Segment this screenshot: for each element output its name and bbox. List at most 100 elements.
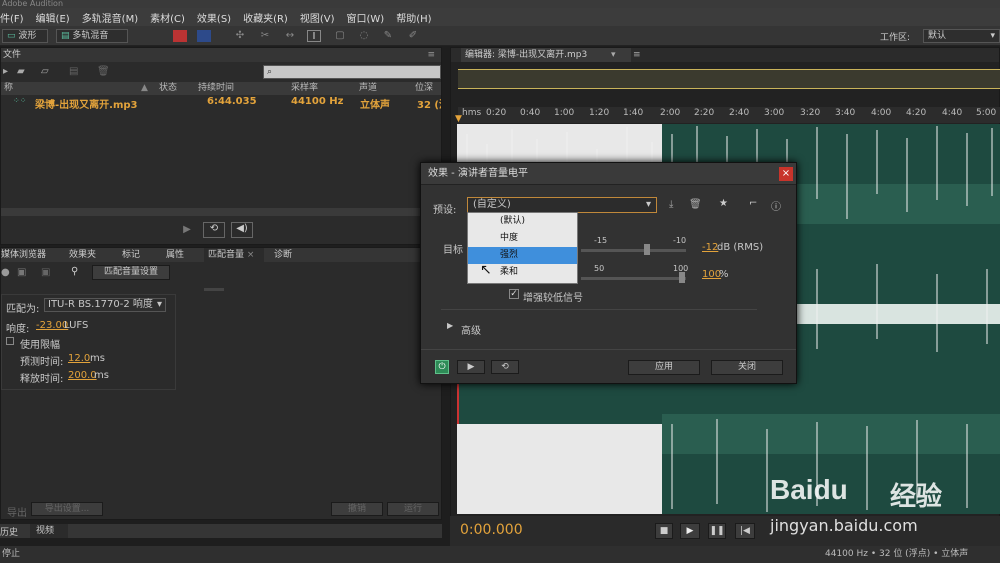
- scan-icon[interactable]: ⚲: [71, 266, 78, 277]
- auto-play-icon[interactable]: ◀): [231, 222, 253, 238]
- overview-waveform[interactable]: [458, 69, 1000, 89]
- add-files-icon[interactable]: ▣: [17, 267, 26, 278]
- power-icon[interactable]: ⏻: [435, 360, 449, 374]
- col-duration[interactable]: 持续时间: [198, 82, 234, 94]
- export-button[interactable]: 导出: [7, 504, 27, 519]
- undo-button[interactable]: 撤销: [331, 502, 383, 516]
- col-name[interactable]: 称: [4, 82, 13, 94]
- move-tool-icon[interactable]: ✣: [233, 30, 247, 42]
- brush-tool-icon[interactable]: ✎: [381, 30, 395, 42]
- preview-play-icon[interactable]: ▶: [457, 360, 485, 374]
- razor-tool-icon[interactable]: ✂: [258, 30, 272, 42]
- remove-files-icon[interactable]: ▣: [41, 267, 50, 278]
- target-label: 目标: [443, 245, 463, 256]
- remove-icon[interactable]: ●: [1, 267, 10, 278]
- pitch-display-icon[interactable]: [197, 30, 211, 42]
- close-button[interactable]: 关闭: [711, 360, 783, 375]
- target-level-handle[interactable]: [644, 244, 650, 255]
- tab-media-browser[interactable]: 媒体浏览器: [1, 248, 46, 262]
- divider-handle[interactable]: [204, 288, 224, 291]
- pause-icon[interactable]: ❚❚: [708, 523, 726, 539]
- tab-diagnostics[interactable]: 诊断: [274, 248, 292, 262]
- spectral-display-icon[interactable]: [173, 30, 187, 42]
- trash-icon[interactable]: 🗑: [689, 199, 702, 210]
- menu-multitrack[interactable]: 多轨混音(M): [82, 10, 138, 25]
- save-preset-icon[interactable]: ⤓: [669, 199, 673, 210]
- files-scrollbar[interactable]: [1, 208, 441, 216]
- col-rate[interactable]: 采样率: [291, 82, 318, 94]
- menu-file[interactable]: 件(F): [0, 10, 24, 25]
- tab-match-loudness[interactable]: 匹配音量 ×: [204, 248, 264, 262]
- expand-icon[interactable]: ▶: [447, 321, 453, 330]
- close-file-icon[interactable]: ▤: [69, 66, 78, 77]
- time-selection-tool-icon[interactable]: I: [307, 30, 321, 42]
- advanced-label[interactable]: 高级: [461, 322, 481, 337]
- tab-markers[interactable]: 标记: [122, 248, 140, 262]
- insert-icon[interactable]: ▸: [3, 66, 8, 77]
- workspace-select[interactable]: 默认 ▾: [923, 29, 1000, 43]
- search-input[interactable]: ⌕: [263, 65, 441, 79]
- previous-icon[interactable]: |◀: [735, 523, 755, 539]
- files-panel-tab[interactable]: 文件 ≡: [1, 48, 441, 62]
- sort-up-icon[interactable]: ▲: [141, 82, 148, 94]
- release-value[interactable]: 200.0: [68, 370, 97, 381]
- play-icon[interactable]: ▶: [680, 523, 700, 539]
- match-loudness-settings-button[interactable]: 匹配音量设置: [92, 265, 170, 280]
- table-row[interactable]: ⁘⁘ 梁博-出现又离开.mp3 6:44.035 44100 Hz 立体声 32…: [1, 95, 441, 111]
- col-status[interactable]: 状态: [159, 82, 177, 94]
- match-to-select[interactable]: ITU-R BS.1770-2 响度 ▾: [44, 298, 166, 312]
- export-settings-button[interactable]: 导出设置...: [31, 502, 103, 516]
- close-icon[interactable]: ×: [247, 250, 255, 260]
- preview-loop-icon[interactable]: ⟲: [491, 360, 519, 374]
- use-limiting-label: 使用限幅: [20, 340, 60, 351]
- trash-icon[interactable]: 🗑: [97, 66, 110, 77]
- routing-icon[interactable]: ⌐: [749, 198, 757, 209]
- preset-select[interactable]: (自定义) ▾: [467, 197, 657, 213]
- close-icon[interactable]: ×: [779, 167, 793, 181]
- menu-edit[interactable]: 编辑(E): [36, 10, 70, 25]
- boost-checkbox[interactable]: ✓: [509, 289, 519, 299]
- chevron-down-icon[interactable]: ▾: [611, 48, 616, 62]
- favorite-star-icon[interactable]: ★: [719, 198, 728, 209]
- menu-clip[interactable]: 素材(C): [150, 10, 185, 25]
- tab-video[interactable]: 视频: [30, 524, 68, 538]
- apply-button[interactable]: 应用: [628, 360, 700, 375]
- panel-menu-icon[interactable]: ≡: [427, 48, 435, 62]
- preset-option-moderate[interactable]: 中度: [468, 230, 577, 247]
- open-file-icon[interactable]: ▰: [17, 66, 25, 77]
- marquee-tool-icon[interactable]: ▢: [333, 30, 347, 42]
- col-bits[interactable]: 位深: [415, 82, 433, 94]
- tab-history[interactable]: 历史: [0, 525, 18, 538]
- stop-icon[interactable]: ■: [655, 523, 673, 539]
- info-icon[interactable]: ⓘ: [771, 198, 781, 213]
- tab-properties[interactable]: 属性: [166, 248, 184, 262]
- slip-tool-icon[interactable]: ↔: [283, 30, 297, 42]
- preset-option-default[interactable]: (默认): [468, 213, 577, 230]
- lookahead-value[interactable]: 12.0: [68, 353, 90, 364]
- menu-favorites[interactable]: 收藏夹(R): [243, 10, 288, 25]
- menu-window[interactable]: 窗口(W): [347, 10, 385, 25]
- compression-slider[interactable]: [581, 277, 686, 280]
- menu-effects[interactable]: 效果(S): [197, 10, 231, 25]
- time-ruler[interactable]: hms 0:20 0:40 1:00 1:20 1:40 2:00 2:20 2…: [458, 107, 1000, 123]
- tab-effects-rack[interactable]: 效果夹: [69, 248, 96, 262]
- col-channels[interactable]: 声道: [359, 82, 377, 94]
- target-level-value[interactable]: -12: [702, 242, 718, 253]
- loop-preview-icon[interactable]: ⟲: [203, 222, 225, 238]
- lasso-tool-icon[interactable]: ◌: [357, 30, 371, 42]
- waveform-view-button[interactable]: ▭ 波形: [2, 29, 48, 43]
- target-level-slider[interactable]: [581, 249, 686, 252]
- healing-tool-icon[interactable]: ✐: [406, 30, 420, 42]
- compression-handle[interactable]: [679, 272, 685, 283]
- import-icon[interactable]: ▱: [41, 66, 49, 77]
- menu-help[interactable]: 帮助(H): [396, 10, 431, 25]
- current-time[interactable]: 0:00.000: [460, 522, 523, 538]
- editor-tab[interactable]: 编辑器: 梁博-出现又离开.mp3: [461, 48, 631, 62]
- run-button[interactable]: 运行: [387, 502, 439, 516]
- playhead-marker-icon[interactable]: ▼: [455, 114, 462, 124]
- panel-menu-icon[interactable]: ≡: [633, 48, 641, 62]
- play-preview-icon[interactable]: ▶: [179, 224, 195, 238]
- multitrack-view-button[interactable]: ▤ 多轨混音: [56, 29, 128, 43]
- menu-view[interactable]: 视图(V): [300, 10, 335, 25]
- use-limiting-checkbox[interactable]: [6, 337, 14, 345]
